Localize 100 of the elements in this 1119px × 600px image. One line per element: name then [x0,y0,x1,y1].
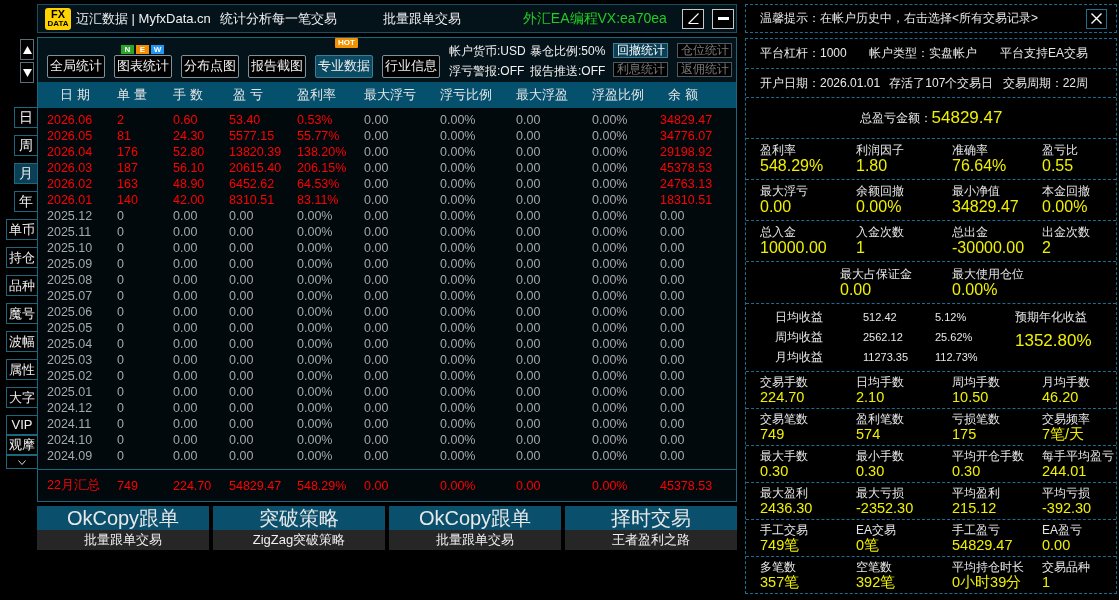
toolbar-tab[interactable]: 专业数据 [315,55,373,78]
side-button[interactable]: 品种 [6,275,37,296]
table-cell: 0.00 [364,432,389,448]
metric-value: 392笔 [856,573,896,591]
metric-label: 准确率 [952,143,988,157]
angle-button[interactable] [682,8,704,29]
minimize-button[interactable] [712,8,734,29]
promo-title[interactable]: 突破策略 [213,506,385,530]
table-cell: 0.00 [516,272,541,288]
metric-value: 244.01 [1042,462,1087,480]
table-cell: 0.00 [516,208,541,224]
table-cell: 0.00 [364,336,389,352]
table-cell: 2024.09 [47,448,93,464]
promo-subtitle[interactable]: ZigZag突破策略 [213,530,385,550]
table-cell: 0.00 [364,304,389,320]
table-cell: 0.00 [660,336,685,352]
more-button[interactable] [6,455,37,469]
side-button[interactable]: 单币 [6,219,37,240]
promo-title[interactable]: OkCopy跟单 [389,506,561,530]
table-cell: 0.00 [229,448,254,464]
table-cell: 0 [117,288,124,304]
tip-text: 温馨提示：在帐户历史中，右击选择<所有交易记录> [760,10,1038,27]
scroll-up-button[interactable] [20,39,34,60]
stat-button[interactable]: 回撤统计 [613,43,668,58]
table-cell: 0.00 [229,240,254,256]
promo-subtitle[interactable]: 批量跟单交易 [389,530,561,550]
metric-label: 利润因子 [856,143,904,157]
table-cell: 0.00 [229,384,254,400]
table-cell: 83.11% [297,192,339,208]
table-cell: 0.00 [229,320,254,336]
table-cell: 0.00 [660,368,685,384]
side-button[interactable]: 波幅 [6,331,37,352]
metric-label: 月均手数 [1042,374,1090,389]
table-cell: 0.60 [173,112,198,128]
metric-value: 0.55 [1042,157,1074,175]
metric-value: 7笔/天 [1042,425,1085,443]
table-cell: 2025.08 [47,272,93,288]
close-button[interactable] [1086,8,1107,29]
summary-cell: 0.00% [592,478,628,493]
side-button[interactable]: 魔号 [6,303,37,324]
promo-subtitle[interactable]: 王者盈利之路 [565,530,737,550]
metric-label: 盈利率 [760,143,796,157]
toolbar-tab[interactable]: 全局统计 [47,55,105,78]
table-cell: 0.00 [660,304,685,320]
side-button[interactable]: VIP [6,415,37,435]
table-cell: 0.00 [516,160,541,176]
close-icon [1091,13,1102,24]
side-button[interactable]: 持仓 [6,247,37,268]
metric-value: 548.29% [760,157,824,175]
table-cell: 140 [117,192,138,208]
table-cell: 0.00 [364,176,389,192]
stat-button[interactable]: 利息统计 [613,62,668,77]
side-button[interactable]: 属性 [6,359,37,380]
toolbar-tab[interactable]: 图表统计 [114,55,172,78]
side-button[interactable]: 大字 [6,387,37,408]
metric-label: 盈利笔数 [856,411,904,426]
table-cell: 0.00 [660,224,685,240]
table-cell: 0.00% [592,272,628,288]
stat-button[interactable]: 仓位统计 [677,43,732,58]
table-cell: 0.00% [592,320,628,336]
period-tab[interactable]: 月 [14,163,37,184]
contact-text: 外汇EA编程VX:ea70ea [522,9,667,28]
side-button[interactable]: 观摩 [6,435,37,455]
metric-value: 46.20 [1042,388,1079,406]
period-tab[interactable]: 周 [14,135,37,156]
metric-label: 最小净值 [952,184,1000,198]
table-cell: 20615.40 [229,160,282,176]
minimize-icon [717,17,729,20]
metric-value: -2352.30 [856,499,914,517]
toolbar-tab[interactable]: 报告截图 [248,55,306,78]
promo-title[interactable]: OkCopy跟单 [37,506,209,530]
metric-label: EA交易 [856,522,896,537]
badge-letter: E [136,45,149,54]
table-cell: 0.00 [516,288,541,304]
table-cell: 0.00 [229,224,254,240]
promo-subtitle[interactable]: 批量跟单交易 [37,530,209,550]
stat-button[interactable]: 返佣统计 [677,62,732,77]
toolbar-tab[interactable]: 行业信息 [382,55,440,78]
summary-cell: 54829.47 [229,478,282,493]
metric-label: 手工盈亏 [952,522,1000,537]
summary-cell: 0.00 [364,478,389,493]
table-cell: 0.00% [440,432,476,448]
summary-cell: 0.00% [440,478,476,493]
period-tab[interactable]: 日 [14,107,37,128]
table-cell: 0 [117,368,124,384]
table-cell: 2025.02 [47,368,93,384]
toolbar-tab[interactable]: 分布点图 [181,55,239,78]
metric-label: 出金次数 [1042,225,1090,239]
table-cell: 0.00% [592,368,628,384]
scroll-down-button[interactable] [20,62,34,83]
table-cell: 0.00% [440,176,476,192]
table-cell: 0.00% [440,384,476,400]
period-tab[interactable]: 年 [14,191,37,212]
table-cell: 0.00 [660,432,685,448]
table-cell: 0 [117,224,124,240]
table-cell: 0 [117,320,124,336]
table-cell: 0.00% [297,416,333,432]
table-cell: 0.00% [592,400,628,416]
promo-title[interactable]: 择时交易 [565,506,737,530]
table-cell: 0.00% [592,192,628,208]
